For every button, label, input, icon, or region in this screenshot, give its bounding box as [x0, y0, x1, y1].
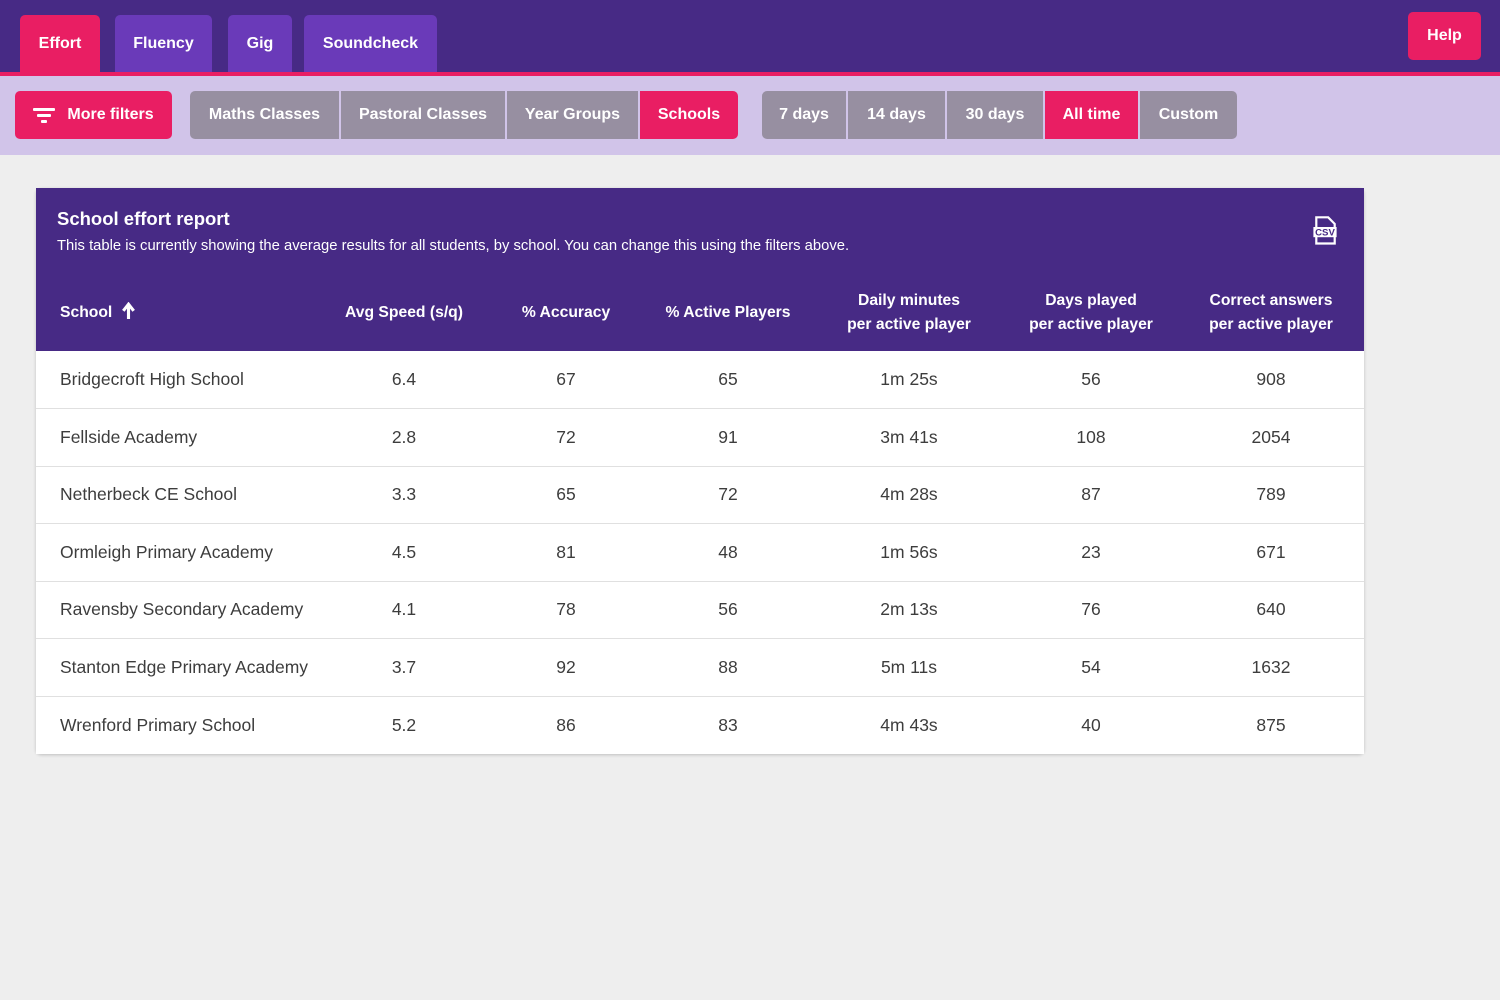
- svg-text:CSV: CSV: [1315, 227, 1335, 238]
